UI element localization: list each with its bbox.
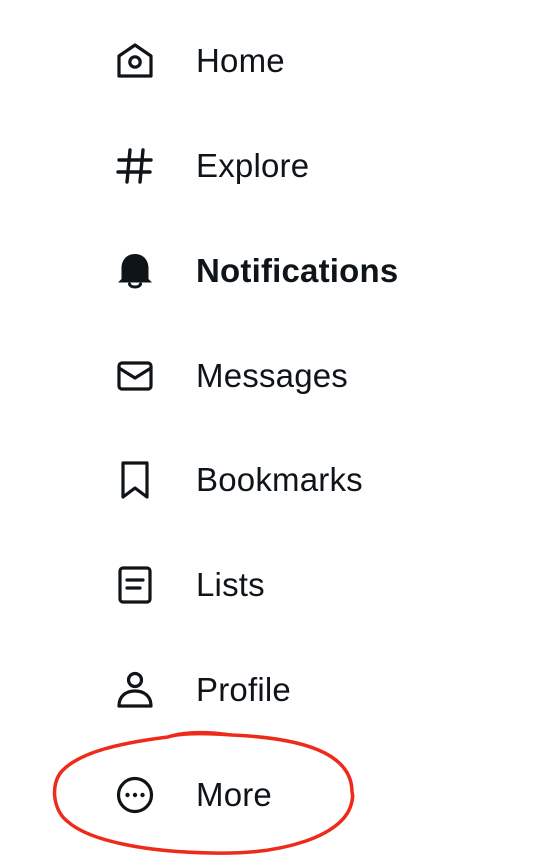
nav-item-messages[interactable]: Messages bbox=[100, 340, 460, 412]
nav-label-lists: Lists bbox=[196, 566, 265, 603]
nav-label-bookmarks: Bookmarks bbox=[196, 461, 363, 498]
list-document-icon bbox=[113, 563, 157, 607]
nav-label-profile: Profile bbox=[196, 671, 291, 708]
nav-item-more[interactable]: More bbox=[100, 759, 460, 831]
nav-label-more: More bbox=[196, 776, 272, 813]
sidebar-nav: Home Explore Notifications Messages Book… bbox=[0, 0, 558, 860]
bell-icon bbox=[113, 249, 157, 293]
more-circle-icon bbox=[113, 773, 157, 817]
nav-label-explore: Explore bbox=[196, 147, 310, 184]
envelope-icon bbox=[113, 354, 157, 398]
nav-item-bookmarks[interactable]: Bookmarks bbox=[100, 444, 460, 516]
bookmark-icon bbox=[113, 458, 157, 502]
nav-label-notifications: Notifications bbox=[196, 252, 399, 289]
nav-item-lists[interactable]: Lists bbox=[100, 549, 460, 621]
nav-item-home[interactable]: Home bbox=[100, 25, 460, 97]
person-icon bbox=[113, 668, 157, 712]
nav-item-explore[interactable]: Explore bbox=[100, 130, 460, 202]
nav-item-profile[interactable]: Profile bbox=[100, 654, 460, 726]
nav-label-messages: Messages bbox=[196, 357, 349, 394]
hashtag-icon bbox=[113, 144, 157, 188]
nav-label-home: Home bbox=[196, 42, 285, 79]
nav-item-notifications[interactable]: Notifications bbox=[100, 235, 460, 307]
home-icon bbox=[113, 39, 157, 83]
